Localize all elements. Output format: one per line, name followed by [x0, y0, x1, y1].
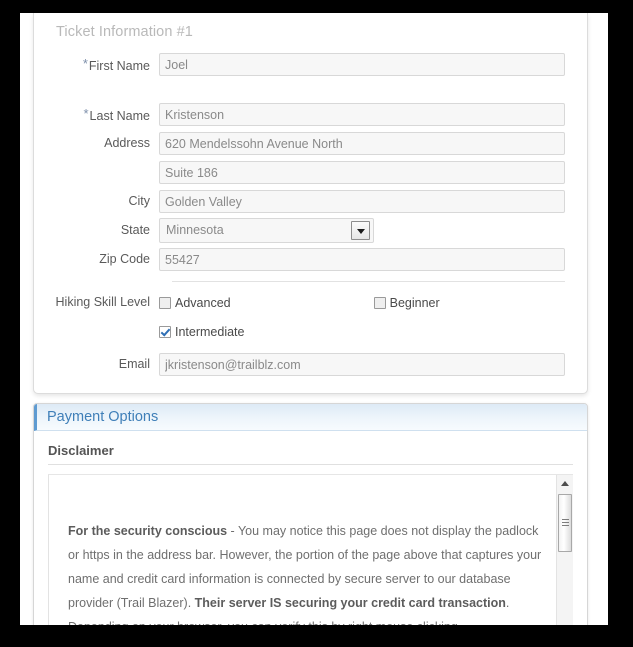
scroll-up-arrow-icon[interactable] [557, 475, 573, 492]
checkbox-intermediate-box[interactable] [159, 325, 171, 338]
form-row-last-name: *Last Name [34, 100, 587, 129]
scroll-down-arrow-icon[interactable] [557, 619, 573, 625]
ticket-information-title: Ticket Information #1 [56, 24, 193, 40]
payment-options-header: Payment Options [34, 404, 587, 431]
hiking-skill-options-row-1: Advanced Beginner [159, 296, 565, 310]
disclaimer-scrollbar[interactable] [556, 475, 573, 625]
state-control: Minnesota [159, 218, 565, 243]
disclaimer-rule [48, 464, 573, 465]
city-label: City [128, 194, 150, 208]
checkbox-advanced-label: Advanced [175, 295, 231, 310]
form-row-hiking-skill-2: Intermediate [34, 317, 587, 346]
required-marker: * [83, 105, 89, 121]
state-label: State [120, 223, 150, 237]
checkbox-advanced-box[interactable] [159, 296, 171, 309]
ticket-information-card: Ticket Information #1 *First Name *Last … [33, 13, 588, 394]
form-row-address-line2 [34, 158, 587, 187]
zip-label: Zip Code [99, 252, 150, 266]
form-row-state: State Minnesota [34, 216, 587, 245]
checkbox-intermediate[interactable]: Intermediate [159, 325, 244, 339]
section-divider [172, 281, 565, 282]
disclaimer-bold-text-2: Their server IS securing your credit car… [194, 596, 506, 610]
email-label: Email [118, 357, 150, 371]
payment-options-header-text: Payment Options [47, 409, 159, 425]
first-name-input[interactable] [159, 53, 565, 76]
hiking-skill-label: Hiking Skill Level [55, 295, 150, 309]
last-name-label: *Last Name [34, 106, 159, 124]
first-name-label-text: First Name [88, 58, 150, 73]
disclaimer-text: For the security conscious - You may not… [49, 519, 551, 625]
email-input[interactable] [159, 353, 565, 376]
required-marker: * [82, 55, 88, 71]
last-name-control [159, 103, 565, 126]
checkbox-advanced[interactable]: Advanced [159, 296, 231, 310]
first-name-control [159, 53, 565, 76]
page-viewport: Ticket Information #1 *First Name *Last … [20, 13, 608, 625]
form-row-hiking-skill: Hiking Skill Level Advanced Beginner [34, 288, 587, 317]
city-input[interactable] [159, 190, 565, 213]
chevron-down-icon[interactable] [351, 221, 370, 240]
checkbox-beginner[interactable]: Beginner [373, 295, 440, 310]
hiking-skill-options-row-2: Intermediate [159, 325, 565, 339]
checkbox-intermediate-label: Intermediate [175, 324, 245, 339]
zip-control [159, 248, 565, 271]
payment-options-body: Disclaimer For the security conscious - … [34, 431, 587, 625]
checkbox-beginner-label: Beginner [389, 295, 440, 310]
disclaimer-lead-text: For the security conscious [68, 524, 228, 538]
address-line1-control [159, 132, 565, 155]
email-control [159, 353, 565, 376]
address-line2-control [159, 161, 565, 184]
last-name-input[interactable] [159, 103, 565, 126]
state-select-value: Minnesota [166, 223, 224, 237]
address-line1-input[interactable] [159, 132, 565, 155]
form-row-city: City [34, 187, 587, 216]
scrollbar-thumb[interactable] [558, 494, 572, 552]
form-row-zip: Zip Code [34, 245, 587, 274]
city-control [159, 190, 565, 213]
checkbox-beginner-box[interactable] [373, 296, 386, 309]
disclaimer-scroll-area[interactable]: For the security conscious - You may not… [48, 474, 573, 625]
form-row-email: Email [34, 350, 587, 379]
zip-input[interactable] [159, 248, 565, 271]
first-name-label: *First Name [34, 56, 159, 74]
form-row-first-name: *First Name [34, 50, 587, 79]
disclaimer-title: Disclaimer [48, 443, 114, 458]
address-label: Address [104, 136, 150, 150]
form-row-address: Address [34, 129, 587, 158]
last-name-label-text: Last Name [89, 108, 150, 123]
payment-options-card: Payment Options Disclaimer For the secur… [33, 403, 588, 625]
address-line2-input[interactable] [159, 161, 565, 184]
state-select[interactable]: Minnesota [159, 218, 374, 243]
